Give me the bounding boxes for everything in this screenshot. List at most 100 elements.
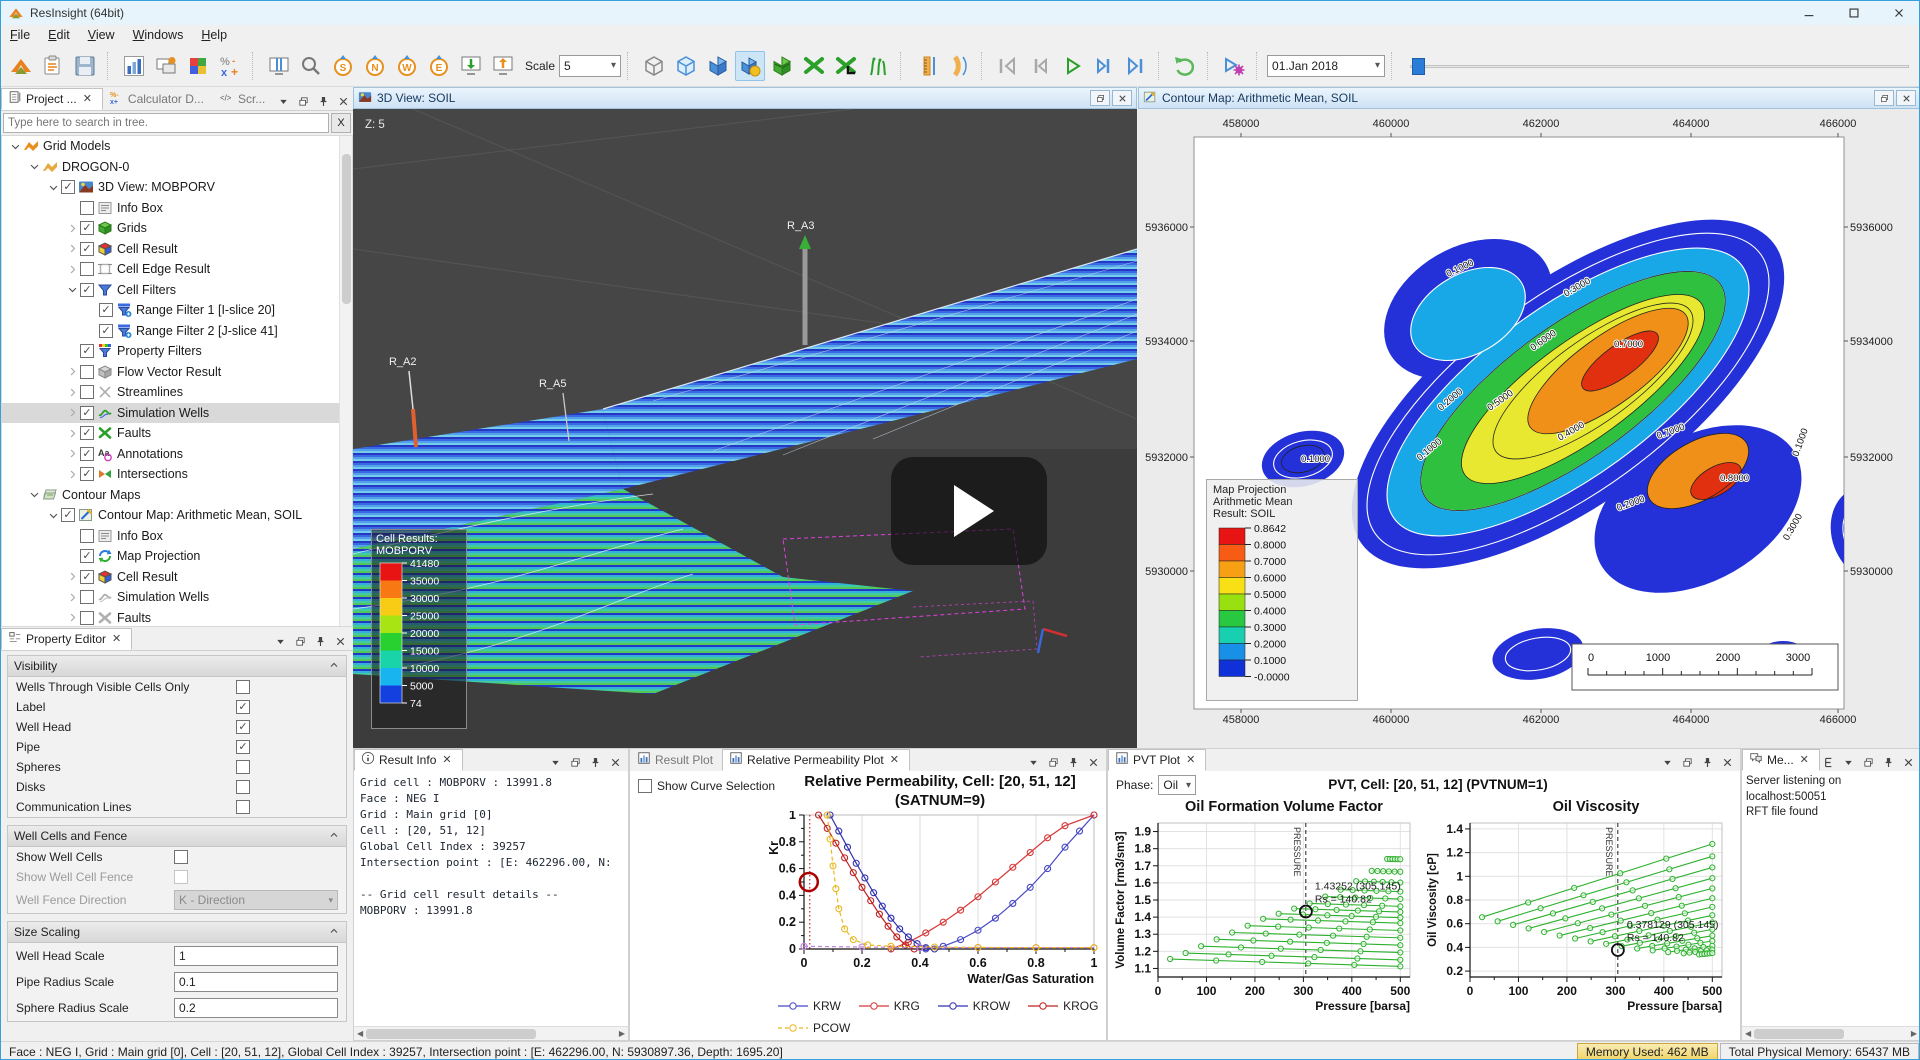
zoom-all-icon[interactable] <box>296 51 326 81</box>
search-clear-button[interactable]: X <box>331 113 351 133</box>
east-icon[interactable]: E <box>424 51 454 81</box>
close-icon[interactable] <box>1900 753 1918 771</box>
scroll-right-icon[interactable]: ▶ <box>1908 1029 1920 1038</box>
tab-messages[interactable]: Me...✕ <box>1742 749 1820 771</box>
tree-checkbox[interactable] <box>99 303 113 317</box>
tab-project-tree[interactable]: Project ...✕ <box>1 88 103 110</box>
restore-window-button[interactable] <box>1090 90 1110 106</box>
legend-item-pcow[interactable]: PCOW <box>778 1021 850 1035</box>
south-icon[interactable]: S <box>328 51 358 81</box>
minimize-button[interactable] <box>1786 1 1831 25</box>
tree-item-range-filter-1-i-slice-20[interactable]: Range Filter 1 [I-slice 20] <box>2 300 352 321</box>
scale-select[interactable]: 5▾ <box>559 55 621 77</box>
expander-closed-icon[interactable] <box>65 569 80 584</box>
expander-open-icon[interactable] <box>27 159 42 174</box>
tab-close-icon[interactable]: ✕ <box>440 753 453 766</box>
snap-down-icon[interactable] <box>456 51 486 81</box>
menu-help[interactable]: Help <box>192 26 236 44</box>
property-input[interactable]: 0.2 <box>174 998 338 1018</box>
tree-item-contour-map-arithmetic-mean-soil[interactable]: Contour Map: Arithmetic Mean, SOIL <box>2 505 352 526</box>
section-header[interactable]: Size Scaling <box>8 922 346 943</box>
dock-menu-icon[interactable] <box>271 632 289 650</box>
close-icon[interactable] <box>1718 753 1736 771</box>
tree-item-faults[interactable]: Faults <box>2 423 352 444</box>
property-checkbox[interactable] <box>236 800 250 814</box>
calculator-icon[interactable]: %-x+ <box>215 51 245 81</box>
window-new-icon[interactable] <box>151 51 181 81</box>
ruler-curved-icon[interactable] <box>944 51 974 81</box>
dock-menu-icon[interactable] <box>274 92 292 110</box>
expander-open-icon[interactable] <box>27 487 42 502</box>
property-checkbox[interactable] <box>236 760 250 774</box>
west-icon[interactable]: W <box>392 51 422 81</box>
dock-menu-icon[interactable] <box>1840 753 1858 771</box>
view-split-icon[interactable] <box>264 51 294 81</box>
tree-item-3d-view-mobporv[interactable]: 3D View: MOBPORV <box>2 177 352 198</box>
faults-l-icon[interactable] <box>831 51 861 81</box>
tree-checkbox[interactable] <box>80 426 94 440</box>
pin-icon[interactable] <box>314 92 332 110</box>
property-input[interactable]: 1 <box>174 946 338 966</box>
tree-checkbox[interactable] <box>80 406 94 420</box>
expander-open-icon[interactable] <box>46 180 61 195</box>
expander-closed-icon[interactable] <box>65 364 80 379</box>
pin-icon[interactable] <box>1064 753 1082 771</box>
save-icon[interactable] <box>70 51 100 81</box>
tree-checkbox[interactable] <box>80 611 94 625</box>
app-logo-icon[interactable] <box>6 51 36 81</box>
restore-window-button[interactable] <box>1874 90 1894 106</box>
tree-item-map-projection[interactable]: Map Projection <box>2 546 352 567</box>
tab-close-icon[interactable]: ✕ <box>110 632 123 645</box>
tree-checkbox[interactable] <box>80 570 94 584</box>
tree-checkbox[interactable] <box>80 467 94 481</box>
tree-checkbox[interactable] <box>80 385 94 399</box>
tree-item-intersections[interactable]: Intersections <box>2 464 352 485</box>
fault-cube-icon[interactable] <box>767 51 797 81</box>
legend-item-krg[interactable]: KRG <box>859 999 920 1013</box>
view3d-titlebar[interactable]: 3D View: SOIL <box>353 87 1137 109</box>
close-icon[interactable] <box>606 753 624 771</box>
tree-item-flow-vector-result[interactable]: Flow Vector Result <box>2 362 352 383</box>
step-back-icon[interactable] <box>1025 51 1055 81</box>
tree-checkbox[interactable] <box>80 590 94 604</box>
tree-item-grid-models[interactable]: Grid Models <box>2 136 352 157</box>
tree-checkbox[interactable] <box>80 344 94 358</box>
tab-pvt-plot[interactable]: PVT Plot✕ <box>1108 749 1206 771</box>
tree-item-cell-result[interactable]: Cell Result <box>2 239 352 260</box>
scroll-left-icon[interactable]: ◀ <box>1742 1029 1754 1038</box>
memory-used-indicator[interactable]: Memory Used: 462 MB <box>1577 1043 1718 1060</box>
view3d-viewport[interactable]: R_A2R_A3R_A5 Z: 5 Cell Results: MOBPORV … <box>353 109 1137 748</box>
tree-item-contour-maps[interactable]: Contour Maps <box>2 485 352 506</box>
float-icon[interactable] <box>566 753 584 771</box>
expander-closed-icon[interactable] <box>65 467 80 482</box>
expander-open-icon[interactable] <box>65 282 80 297</box>
scroll-right-icon[interactable]: ▶ <box>616 1029 628 1038</box>
tree-item-info-box[interactable]: Info Box <box>2 198 352 219</box>
menu-file[interactable]: File <box>1 26 39 44</box>
undo-icon[interactable] <box>1170 51 1200 81</box>
tree-checkbox[interactable] <box>80 447 94 461</box>
search-input[interactable] <box>3 113 329 133</box>
tree-checkbox[interactable] <box>99 324 113 338</box>
property-input[interactable]: 0.1 <box>174 972 338 992</box>
tab-close-icon[interactable]: ✕ <box>1798 753 1811 766</box>
skip-start-icon[interactable] <box>993 51 1023 81</box>
pin-icon[interactable] <box>1698 753 1716 771</box>
menu-edit[interactable]: Edit <box>39 26 79 44</box>
legend-item-krw[interactable]: KRW <box>778 999 841 1013</box>
float-icon[interactable] <box>1860 753 1878 771</box>
property-checkbox[interactable] <box>236 700 250 714</box>
tree-checkbox[interactable] <box>80 283 94 297</box>
tree-checkbox[interactable] <box>80 262 94 276</box>
tree-checkbox[interactable] <box>80 365 94 379</box>
tree-item-faults[interactable]: Faults <box>2 608 352 628</box>
cube-edge-icon[interactable] <box>671 51 701 81</box>
section-header[interactable]: Visibility <box>8 656 346 677</box>
timestep-select[interactable]: 01.Jan 2018▾ <box>1267 55 1385 77</box>
float-icon[interactable] <box>294 92 312 110</box>
ruler-flat-icon[interactable] <box>912 51 942 81</box>
timestep-slider[interactable] <box>1410 56 1913 76</box>
close-icon[interactable] <box>1084 753 1102 771</box>
menu-view[interactable]: View <box>79 26 124 44</box>
play-icon[interactable] <box>1057 51 1087 81</box>
